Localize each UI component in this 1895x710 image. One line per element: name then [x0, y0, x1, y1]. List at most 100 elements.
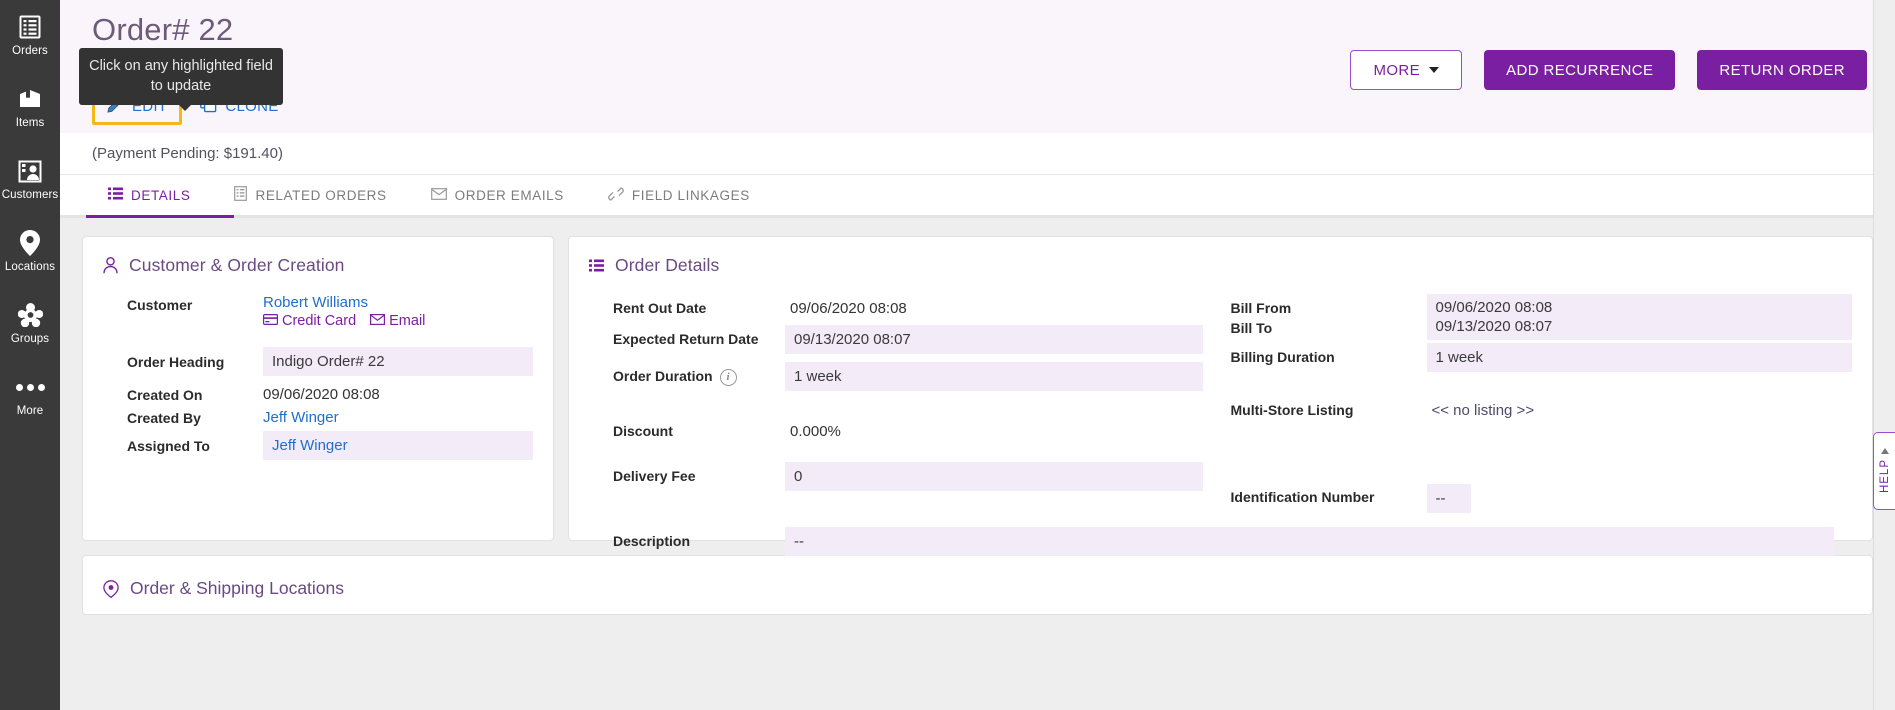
tab-underline	[60, 215, 1895, 218]
multi-store-listing-value: << no listing >>	[1431, 402, 1535, 419]
order-details-left-column: Rent Out Date 09/06/2020 08:08 Expected …	[589, 294, 1221, 446]
edit-tooltip: Click on any highlighted field to update	[79, 48, 283, 112]
sidebar-item-items[interactable]: Items	[0, 72, 60, 144]
more-button[interactable]: MORE	[1350, 50, 1463, 90]
list-icon	[108, 187, 123, 203]
order-details-columns: Rent Out Date 09/06/2020 08:08 Expected …	[589, 294, 1852, 446]
list-icon	[589, 259, 604, 272]
sidebar-item-groups[interactable]: Groups	[0, 288, 60, 360]
box-items-icon	[17, 86, 43, 112]
identification-number-input[interactable]: --	[1426, 484, 1471, 513]
rent-out-date-value: 09/06/2020 08:08	[790, 300, 907, 317]
field-description: Description --	[589, 527, 1852, 556]
field-value: --	[785, 527, 1834, 556]
header-actions: MORE ADD RECURRENCE RETURN ORDER	[1350, 50, 1867, 90]
bill-from-input[interactable]: 09/06/2020 08:08	[1426, 294, 1852, 317]
tabs-container: DETAILS RELATED ORDERS ORDER EMAILS FIEL…	[60, 175, 1895, 218]
envelope-icon	[370, 313, 386, 329]
sidebar-item-more[interactable]: More	[0, 360, 60, 432]
field-label: Order Duration i	[613, 362, 785, 386]
field-customer: Customer Robert Williams Credit Card Ema…	[127, 294, 533, 329]
bill-to-input[interactable]: 09/13/2020 08:07	[1426, 317, 1852, 340]
field-value: 0	[785, 462, 1203, 513]
right-rail	[1873, 0, 1895, 710]
field-value: --	[1426, 484, 1471, 513]
field-value: Indigo Order# 22	[263, 347, 533, 376]
assigned-to-input[interactable]: Jeff Winger	[263, 431, 533, 460]
field-value: 09/13/2020 08:07	[1426, 317, 1852, 340]
field-discount: Discount 0.000%	[613, 417, 1203, 446]
card-title-text: Order Details	[615, 255, 720, 275]
document-icon	[234, 186, 248, 204]
delivery-fee-input[interactable]: 0	[785, 462, 1203, 491]
tab-active-indicator	[86, 215, 234, 218]
app-root: Orders Items Customers Locations Groups …	[0, 0, 1895, 710]
field-label: Expected Return Date	[613, 331, 759, 347]
card-title: Order Details	[589, 255, 1852, 276]
credit-card-link[interactable]: Credit Card	[263, 313, 356, 329]
field-label: Description	[613, 533, 691, 549]
list-orders-icon	[17, 14, 43, 40]
expected-return-date-input[interactable]: 09/13/2020 08:07	[785, 325, 1203, 354]
customer-quick-links: Credit Card Email	[263, 313, 533, 329]
field-bill-from: Bill From 09/06/2020 08:08	[1231, 294, 1852, 317]
sidebar-item-orders[interactable]: Orders	[0, 0, 60, 72]
field-value: 09/06/2020 08:08	[1426, 294, 1852, 317]
order-details-bottom-rows: Delivery Fee 0 Identification Number --	[589, 462, 1852, 513]
billing-duration-input[interactable]: 1 week	[1426, 343, 1852, 372]
add-recurrence-button[interactable]: ADD RECURRENCE	[1484, 50, 1676, 90]
more-button-label: MORE	[1373, 61, 1421, 79]
field-value: Jeff Winger	[263, 405, 533, 427]
description-input[interactable]: --	[785, 527, 1834, 556]
credit-card-label: Credit Card	[282, 313, 357, 329]
help-tab-label: HELP	[1878, 459, 1891, 494]
field-expected-return-date: Expected Return Date 09/13/2020 08:07	[613, 325, 1203, 354]
tab-label: DETAILS	[131, 187, 191, 203]
field-billing-duration: Billing Duration 1 week	[1231, 343, 1852, 372]
tab-order-emails[interactable]: ORDER EMAILS	[409, 175, 586, 215]
email-link[interactable]: Email	[370, 313, 425, 329]
sidebar-item-label: Groups	[10, 333, 50, 346]
tabs: DETAILS RELATED ORDERS ORDER EMAILS FIEL…	[60, 175, 1895, 215]
main-area: Order# 22 MORE ADD RECURRENCE RETURN ORD…	[60, 0, 1895, 710]
field-label: Identification Number	[1230, 489, 1375, 505]
tab-label: RELATED ORDERS	[255, 187, 387, 203]
field-label: Multi-Store Listing	[1230, 402, 1354, 418]
card-title-text: Order & Shipping Locations	[130, 578, 345, 598]
field-label: Assigned To	[127, 438, 210, 454]
field-rent-out-date: Rent Out Date 09/06/2020 08:08	[613, 294, 1203, 323]
field-assigned-to: Assigned To Jeff Winger	[127, 431, 533, 460]
help-tab[interactable]: HELP	[1873, 432, 1895, 510]
field-order-heading: Order Heading Indigo Order# 22	[127, 347, 533, 376]
field-label: Created On	[127, 387, 203, 403]
customer-order-creation-card: Customer & Order Creation Customer Rober…	[82, 236, 554, 541]
created-by-link[interactable]: Jeff Winger	[263, 405, 339, 426]
field-value: 1 week	[785, 362, 1203, 391]
info-icon[interactable]: i	[719, 368, 737, 386]
field-label: Rent Out Date	[613, 300, 707, 316]
credit-card-icon	[263, 313, 279, 329]
page-title: Order# 22	[92, 12, 234, 47]
page-header: Order# 22 MORE ADD RECURRENCE RETURN ORD…	[60, 0, 1895, 133]
sidebar-item-locations[interactable]: Locations	[0, 216, 60, 288]
order-duration-input[interactable]: 1 week	[785, 362, 1203, 391]
tab-related-orders[interactable]: RELATED ORDERS	[212, 175, 408, 215]
sidebar-item-label: More	[16, 405, 44, 418]
field-label: Discount	[613, 423, 673, 439]
sidebar-item-customers[interactable]: Customers	[0, 144, 60, 216]
return-order-button[interactable]: RETURN ORDER	[1697, 50, 1867, 90]
cards-row: Customer & Order Creation Customer Rober…	[82, 236, 1873, 556]
order-details-card: Order Details Rent Out Date 09/06/2020 0…	[568, 236, 1873, 556]
order-duration-label-text: Order Duration	[613, 368, 713, 384]
customer-name-link[interactable]: Robert Williams	[263, 294, 533, 311]
tab-details[interactable]: DETAILS	[86, 175, 212, 215]
field-created-on: Created On 09/06/2020 08:08	[127, 382, 533, 403]
order-shipping-locations-card: Order & Shipping Locations	[82, 555, 1873, 615]
order-heading-input[interactable]: Indigo Order# 22	[263, 347, 533, 376]
field-delivery-fee: Delivery Fee 0	[589, 462, 1221, 513]
tab-field-linkages[interactable]: FIELD LINKAGES	[586, 175, 772, 215]
field-bill-to: Bill To 09/13/2020 08:07	[1231, 317, 1852, 340]
groups-gear-icon	[17, 302, 43, 328]
sidebar-item-label: Customers	[1, 189, 59, 202]
left-sidebar: Orders Items Customers Locations Groups …	[0, 0, 60, 710]
